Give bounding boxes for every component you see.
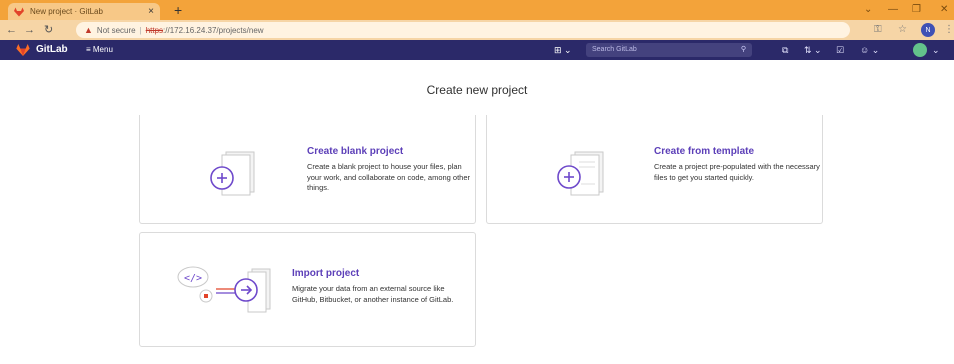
gitlab-favicon-icon: [14, 7, 24, 16]
avatar-chevron-icon[interactable]: ⌄: [932, 43, 940, 57]
merge-requests-icon[interactable]: ⇅ ⌄: [804, 43, 822, 57]
browser-tab-strip: New project · GitLab × + ⌄ — ❐ ✕: [0, 0, 954, 20]
close-window-icon[interactable]: ✕: [940, 3, 948, 17]
url-scheme: https: [145, 25, 164, 35]
key-icon[interactable]: ⚿: [874, 23, 882, 37]
profile-avatar[interactable]: N: [921, 23, 935, 37]
tab-search-icon[interactable]: ⌄: [864, 3, 872, 17]
warning-icon: ▲: [84, 25, 93, 35]
url-field[interactable]: ▲ Not secure | https://172.16.24.37/proj…: [76, 22, 850, 38]
issues-icon[interactable]: ⧉: [782, 43, 788, 57]
import-project-card[interactable]: </> Import project Migrate your data fro…: [139, 232, 476, 347]
minimize-icon[interactable]: —: [888, 3, 898, 17]
back-icon[interactable]: ←: [6, 23, 17, 37]
security-label[interactable]: Not secure: [97, 26, 136, 35]
create-new-dropdown-icon[interactable]: ⊞ ⌄: [554, 43, 572, 57]
card-description: Migrate your data from an external sourc…: [292, 284, 454, 304]
user-avatar[interactable]: [913, 43, 927, 57]
maximize-icon[interactable]: ❐: [912, 3, 921, 17]
card-title: Create blank project: [307, 146, 404, 157]
help-icon[interactable]: ☺ ⌄: [860, 43, 879, 57]
todos-icon[interactable]: ☑: [836, 43, 844, 57]
page-title: Create new project: [426, 83, 528, 97]
gitlab-brand[interactable]: GitLab: [36, 43, 68, 57]
forward-icon[interactable]: →: [24, 23, 35, 37]
create-from-template-card[interactable]: Create from template Create a project pr…: [486, 115, 823, 224]
create-blank-project-card[interactable]: Create blank project Create a blank proj…: [139, 115, 476, 224]
gitlab-logo-icon[interactable]: [16, 44, 30, 56]
url-text: ://172.16.24.37/projects/new: [163, 25, 264, 35]
card-description: Create a project pre-populated with the …: [654, 162, 820, 182]
new-tab-button[interactable]: +: [174, 1, 182, 19]
bookmark-star-icon[interactable]: ☆: [898, 23, 907, 37]
card-title: Import project: [292, 268, 360, 279]
address-bar-row: ← → ↻ ▲ Not secure | https://172.16.24.3…: [0, 20, 954, 40]
template-illustration-icon: [557, 151, 604, 196]
search-placeholder: Search GitLab: [592, 46, 637, 53]
tab-title: New project · GitLab: [30, 7, 103, 16]
gitlab-top-nav: GitLab ≡ Menu ⊞ ⌄ Search GitLab ⚲ ⧉ ⇅ ⌄ …: [0, 40, 954, 60]
blank-project-illustration-icon: [210, 151, 255, 196]
svg-text:</>: </>: [184, 273, 202, 284]
search-icon: ⚲: [740, 46, 746, 53]
import-project-illustration-icon: </>: [177, 266, 271, 313]
card-description: Create a blank project to house your fil…: [307, 162, 471, 192]
menu-button[interactable]: ≡ Menu: [86, 43, 113, 57]
browser-tab[interactable]: New project · GitLab ×: [8, 3, 160, 20]
tab-close-icon[interactable]: ×: [148, 6, 154, 17]
browser-menu-icon[interactable]: ⋮: [944, 23, 954, 37]
search-input[interactable]: Search GitLab ⚲: [586, 43, 752, 57]
reload-icon[interactable]: ↻: [44, 23, 53, 37]
card-title: Create from template: [654, 146, 755, 157]
